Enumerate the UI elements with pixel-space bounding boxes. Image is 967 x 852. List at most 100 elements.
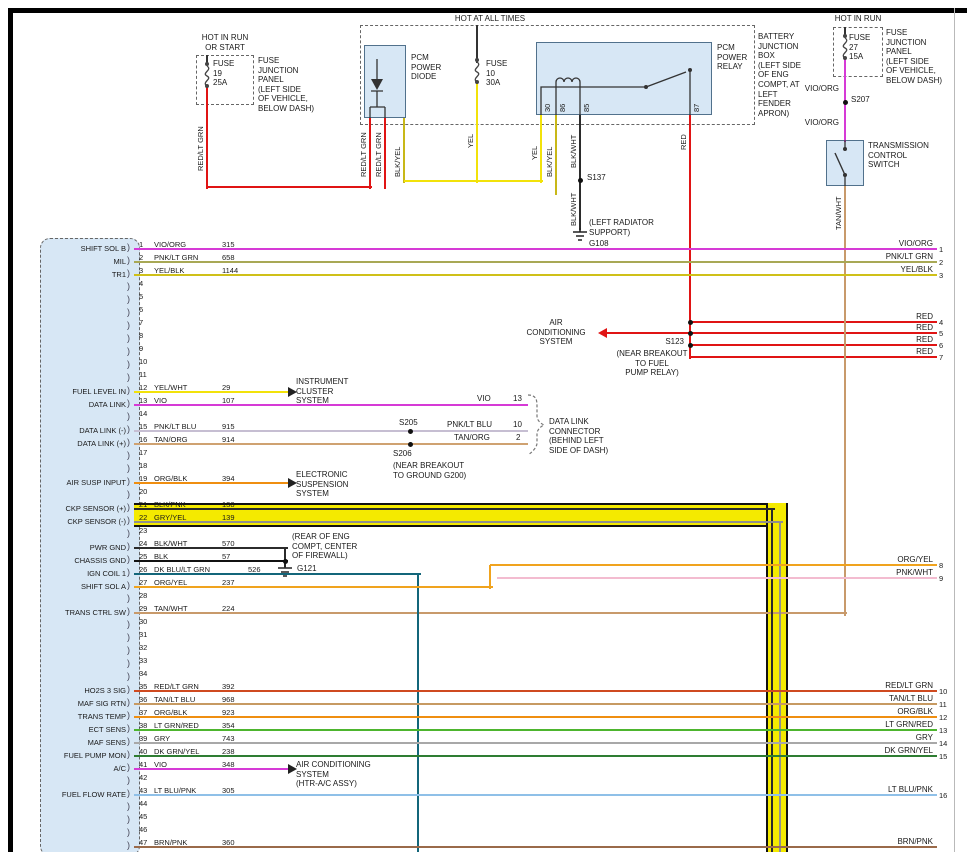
pin-number: 38 [139,721,147,731]
wire-pin1-vio-org [134,248,937,250]
label-fuse-junction-panel-right: FUSEJUNCTIONPANEL(LEFT SIDEOF VEHICLE,BE… [886,28,942,86]
rotated-wire-label: BLK/WHT [569,135,579,168]
label-dlc-vio: VIO [477,394,491,404]
right-pin-number: 7 [939,353,943,363]
label-g121: G121 [297,564,317,574]
rotated-wire-label: BLK/YEL [545,147,555,177]
pin-scallop: ) [127,334,130,344]
label-air-conditioning-bottom: AIR CONDITIONINGSYSTEM(HTR-A/C ASSY) [296,760,371,789]
circuit-number: 354 [222,721,235,731]
pin-function-label: TR1 [44,270,126,280]
pin-scallop: ) [127,763,130,773]
right-wire-label: PNK/WHT [858,568,933,578]
label-transmission-control-switch: TRANSMISSIONCONTROLSWITCH [868,141,929,170]
splice-dot [688,331,693,336]
label-dlc-pin13: 13 [513,394,522,404]
label-g108-note: (LEFT RADIATORSUPPORT) [589,218,654,237]
pin-number: 15 [139,422,147,432]
pin-scallop: ) [127,659,130,669]
pin-scallop: ) [127,633,130,643]
right-wire-label: PNK/LT GRN [858,252,933,262]
right-pin-number: 8 [939,561,943,571]
pin-number: 40 [139,747,147,757]
circuit-number: 968 [222,695,235,705]
pin-number: 2 [139,253,143,263]
wire-pin36-tan-lt-blu [134,703,937,705]
pin-number: 4 [139,279,143,289]
wire-diode-blk-yel [403,118,405,183]
wire-color-label: TAN/LT BLU [154,695,195,705]
circuit-number: 305 [222,786,235,796]
pin-scallop: ) [127,399,130,409]
pin-scallop: ) [127,737,130,747]
label-s137: S137 [587,173,606,183]
label-dlc-pin10: 10 [513,420,522,430]
pin-number: 9 [139,344,143,354]
wire-color-label: DK BLU/LT GRN [154,565,210,575]
label-vio-org-upper: VIO/ORG [795,84,839,94]
wire-color-label: LT GRN/RED [154,721,199,731]
pin-number: 30 [139,617,147,627]
ckp-shield-band-vertical [766,503,788,852]
pin-number: 23 [139,526,147,536]
circuit-number: 57 [222,552,230,562]
pin-number: 17 [139,448,147,458]
circuit-number: 237 [222,578,235,588]
pin-number: 34 [139,669,147,679]
circuit-number: 107 [222,396,235,406]
right-wire-label: ORG/BLK [858,707,933,717]
pin-scallop: ) [127,802,130,812]
wire-color-label: BLK/PNK [154,500,186,510]
right-wire-label: VIO/ORG [858,239,933,249]
wire-color-label: GRY/YEL [154,513,186,523]
splice-dot [408,429,413,434]
pin-number: 18 [139,461,147,471]
pin-scallop: ) [127,347,130,357]
rotated-wire-label: BLK/WHT [569,193,579,226]
pin-scallop: ) [127,464,130,474]
pin-function-label: ECT SENS [44,725,126,735]
circuit-number: 1144 [222,266,238,276]
pin-scallop: ) [127,295,130,305]
wire-fuse19-red-lt-grn [206,86,208,189]
wire-color-label: ORG/BLK [154,708,187,718]
wire-pin27-org-yel [134,586,493,588]
right-wire-label: LT GRN/RED [858,720,933,730]
pin-number: 27 [139,578,147,588]
circuit-number: 923 [222,708,235,718]
pin-scallop: ) [127,412,130,422]
pin-number: 29 [139,604,147,614]
pin-function-label: CKP SENSOR (+) [44,504,126,514]
wire-pin37-org-blk [134,716,937,718]
pin-scallop: ) [127,581,130,591]
circuit-number: 658 [222,253,235,263]
splice-dot [843,100,848,105]
wire-color-label: VIO [154,396,167,406]
circuit-number: 526 [248,565,261,575]
pin-function-label: AIR SUSP INPUT [44,478,126,488]
right-wire-label: RED [858,335,933,345]
wire-pin2-pnk-lt-grn [134,261,937,263]
pin-scallop: ) [127,620,130,630]
brace-symbol-icon [524,394,548,456]
label-vio-org-lower: VIO/ORG [795,118,839,128]
label-dlc-tan-org: TAN/ORG [454,433,490,443]
rotated-wire-label: 85 [582,104,592,112]
pin-scallop: ) [127,269,130,279]
wire-color-label: TAN/ORG [154,435,188,445]
wire-color-label: PNK/LT GRN [154,253,198,263]
pin-scallop: ) [127,542,130,552]
pin-number: 33 [139,656,147,666]
label-pcm-power-relay: PCMPOWERRELAY [717,43,747,72]
wire-color-label: BRN/PNK [154,838,187,848]
rotated-wire-label: RED/LT GRN [359,132,369,177]
circuit-number: 138 [222,500,235,510]
pin-number: 1 [139,240,143,250]
circuit-number: 315 [222,240,235,250]
pin-scallop: ) [127,685,130,695]
wire-pin21-blk-pnk [771,509,773,852]
label-air-conditioning-mid: AIRCONDITIONINGSYSTEM [516,318,596,347]
pin-function-label: MAF SIG RTN [44,699,126,709]
circuit-number: 392 [222,682,235,692]
right-pin-number: 14 [939,739,947,749]
